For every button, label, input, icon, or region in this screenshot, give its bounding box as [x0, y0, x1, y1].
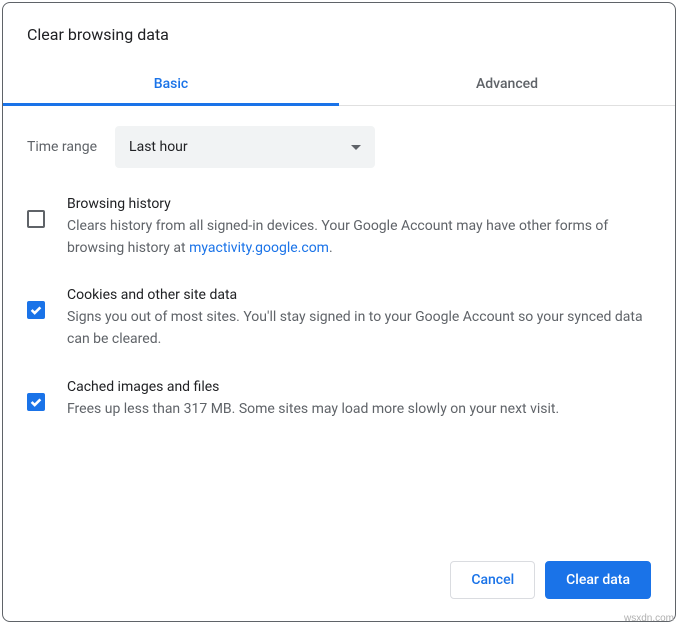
- option-title: Browsing history: [67, 196, 651, 212]
- desc-text: Clears history from all signed-in device…: [67, 218, 608, 256]
- chevron-down-icon: [351, 145, 361, 150]
- option-desc: Clears history from all signed-in device…: [67, 216, 651, 259]
- watermark: wsxdn.com: [624, 613, 674, 624]
- desc-text: .: [329, 240, 333, 256]
- dialog-title: Clear browsing data: [27, 25, 651, 44]
- option-text: Cookies and other site data Signs you ou…: [67, 287, 651, 350]
- option-cache: Cached images and files Frees up less th…: [27, 379, 651, 421]
- option-title: Cookies and other site data: [67, 287, 651, 303]
- option-cookies: Cookies and other site data Signs you ou…: [27, 287, 651, 350]
- time-range-label: Time range: [27, 139, 97, 155]
- tab-advanced[interactable]: Advanced: [339, 62, 675, 105]
- time-range-select[interactable]: Last hour: [115, 126, 375, 168]
- clear-data-button[interactable]: Clear data: [545, 561, 651, 599]
- cancel-button[interactable]: Cancel: [450, 561, 535, 599]
- myactivity-link[interactable]: myactivity.google.com: [189, 240, 329, 256]
- time-range-value: Last hour: [129, 139, 188, 155]
- option-desc: Frees up less than 317 MB. Some sites ma…: [67, 399, 651, 421]
- option-desc: Signs you out of most sites. You'll stay…: [67, 307, 651, 350]
- dialog-content: Time range Last hour Browsing history Cl…: [3, 106, 675, 420]
- checkbox-cookies[interactable]: [27, 301, 45, 319]
- check-icon: [29, 303, 43, 317]
- tab-bar: Basic Advanced: [3, 62, 675, 106]
- option-text: Browsing history Clears history from all…: [67, 196, 651, 259]
- option-browsing-history: Browsing history Clears history from all…: [27, 196, 651, 259]
- dialog-footer: Cancel Clear data: [450, 561, 651, 599]
- time-range-row: Time range Last hour: [27, 126, 651, 168]
- dialog-header: Clear browsing data: [3, 3, 675, 62]
- tab-basic[interactable]: Basic: [3, 62, 339, 105]
- checkbox-cache[interactable]: [27, 393, 45, 411]
- option-title: Cached images and files: [67, 379, 651, 395]
- clear-browsing-data-dialog: Clear browsing data Basic Advanced Time …: [2, 2, 676, 622]
- check-icon: [29, 395, 43, 409]
- option-text: Cached images and files Frees up less th…: [67, 379, 651, 421]
- checkbox-browsing-history[interactable]: [27, 210, 45, 228]
